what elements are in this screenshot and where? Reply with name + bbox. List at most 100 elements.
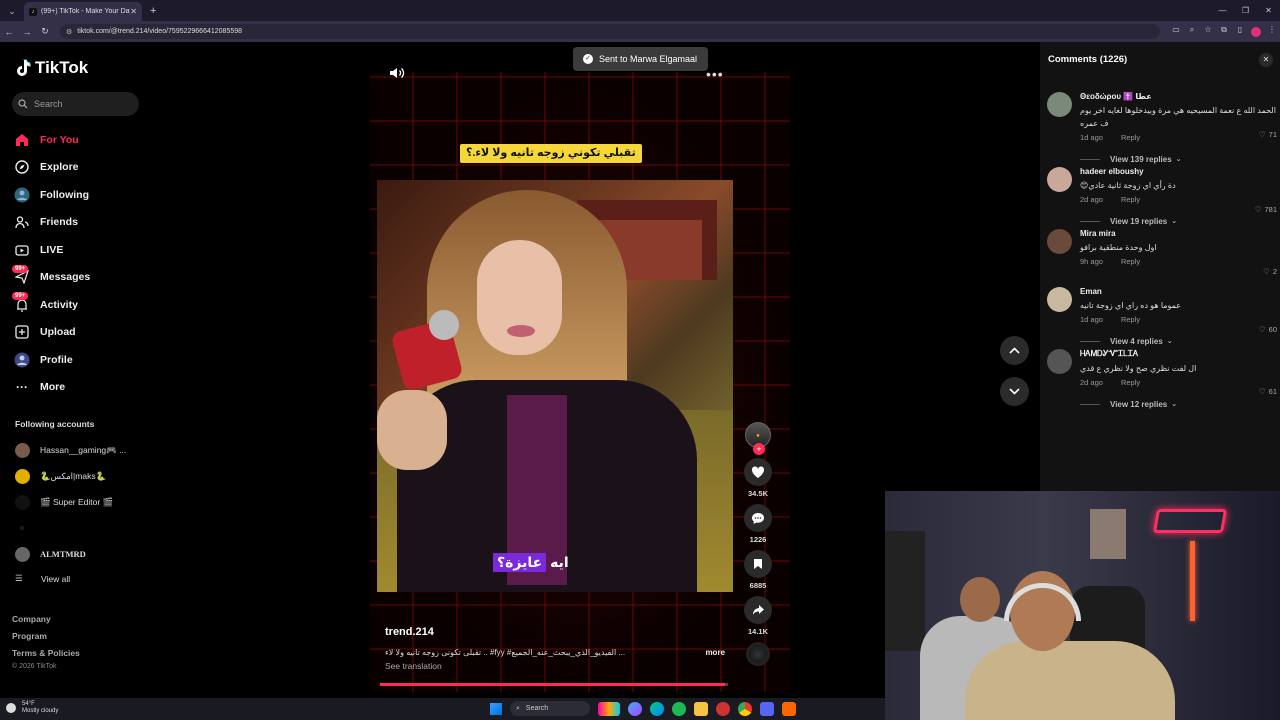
windows-start-icon[interactable] xyxy=(490,702,502,715)
back-icon[interactable]: ← xyxy=(0,27,18,37)
bookmark-icon[interactable] xyxy=(744,550,772,578)
reply-button[interactable]: Reply xyxy=(1121,133,1140,142)
share-icon[interactable] xyxy=(744,596,772,624)
reply-button[interactable]: Reply xyxy=(1121,257,1140,266)
app-icon[interactable] xyxy=(782,701,796,716)
previous-video-button[interactable] xyxy=(1000,336,1029,365)
video-progress-bar[interactable] xyxy=(380,683,728,686)
window-close-icon[interactable]: ✕ xyxy=(1257,0,1280,21)
save-action[interactable]: 6885 xyxy=(740,550,776,590)
like-action[interactable]: 34.5K xyxy=(740,458,776,498)
address-bar[interactable]: ⚙ tiktok.com/@trend.214/video/7595229666… xyxy=(60,24,1160,39)
forward-icon[interactable]: → xyxy=(18,27,36,37)
more-options-icon[interactable]: ••• xyxy=(706,66,724,82)
minimize-icon[interactable]: — xyxy=(1211,0,1234,21)
sidebar-icon[interactable]: ▯ xyxy=(1232,25,1248,39)
site-info-icon[interactable]: ⚙ xyxy=(66,28,72,36)
weather-widget[interactable]: 54°F Mostly cloudy xyxy=(6,701,58,715)
nav-for-you[interactable]: For You xyxy=(14,126,90,154)
video-player[interactable] xyxy=(377,180,733,592)
nav-upload[interactable]: Upload xyxy=(14,319,90,347)
nav-profile[interactable]: Profile xyxy=(14,346,90,374)
close-comments-button[interactable]: ✕ xyxy=(1259,53,1273,67)
taskbar-search[interactable]: ⌕ Search xyxy=(510,701,590,716)
video-scene-lips xyxy=(507,325,535,337)
comment-like[interactable]: ♡ 60 xyxy=(1259,325,1277,334)
app-icon[interactable] xyxy=(716,701,730,716)
comment-author[interactable]: hadeer elboushy xyxy=(1080,167,1277,176)
nav-explore[interactable]: Explore xyxy=(14,154,90,182)
creator-avatar[interactable]: ★ + xyxy=(745,422,771,455)
install-icon[interactable]: ▭ xyxy=(1168,25,1184,39)
reply-button[interactable]: Reply xyxy=(1121,315,1140,324)
view-all-accounts[interactable]: ☰ View all xyxy=(15,573,70,584)
see-translation-link[interactable]: See translation xyxy=(385,661,725,671)
comment-like[interactable]: ♡ 2 xyxy=(1263,267,1277,276)
discord-icon[interactable] xyxy=(760,701,774,716)
view-replies-button[interactable]: View 4 replies ⌄ xyxy=(1080,333,1277,349)
music-disc-icon[interactable] xyxy=(746,642,770,666)
bookmark-star-icon[interactable]: ☆ xyxy=(1200,25,1216,39)
comment-body: ᎻᎪᎷᎠᎽᏉᏆᏞᏆᎪ ال لفت نظري صح ولا نظري ع قدي 2… xyxy=(1080,349,1277,387)
tab-search-icon[interactable]: ⌄ xyxy=(4,3,20,19)
comment-like[interactable]: ♡ 71 xyxy=(1259,130,1277,139)
avatar[interactable] xyxy=(1047,167,1072,192)
following-account[interactable]: 🎬 Super Editor 🎬 xyxy=(15,489,126,515)
reply-button[interactable]: Reply xyxy=(1121,378,1140,387)
chrome-icon[interactable] xyxy=(738,701,752,716)
nav-live[interactable]: LIVE xyxy=(14,236,90,264)
following-account[interactable]: Hassan__gaming🎮 ... xyxy=(15,437,126,463)
tab-close-icon[interactable]: ✕ xyxy=(130,7,137,16)
restore-icon[interactable]: ❐ xyxy=(1234,0,1257,21)
search-input[interactable]: Search xyxy=(12,92,139,116)
next-video-button[interactable] xyxy=(1000,377,1029,406)
view-replies-button[interactable]: View 139 replies ⌄ xyxy=(1080,151,1277,167)
volume-icon[interactable] xyxy=(389,66,405,80)
heart-icon[interactable] xyxy=(744,458,772,486)
nav-messages[interactable]: 99+ Messages xyxy=(12,264,90,292)
browser-tab[interactable]: ♪ (99+) TikTok - Make Your Day ✕ xyxy=(24,2,142,21)
share-action[interactable]: 14.1K xyxy=(740,596,776,636)
comment-author[interactable]: Eman xyxy=(1080,287,1277,296)
zoom-icon[interactable]: ⌕ xyxy=(1184,25,1200,39)
footer-company-link[interactable]: Company xyxy=(12,614,80,631)
tiktok-logo[interactable]: TikTok xyxy=(15,58,88,78)
avatar[interactable] xyxy=(1047,287,1072,312)
following-account[interactable]: ALMTMRD xyxy=(15,541,126,567)
avatar[interactable] xyxy=(1047,92,1072,117)
avatar[interactable] xyxy=(1047,349,1072,374)
edge-icon[interactable] xyxy=(650,701,664,716)
browser-menu-icon[interactable]: ⋮ xyxy=(1264,25,1280,39)
copilot-icon[interactable] xyxy=(628,701,642,716)
comment-like[interactable]: ♡ 781 xyxy=(1255,205,1277,214)
account-name: Hassan__gaming🎮 ... xyxy=(40,444,127,455)
view-replies-button[interactable]: View 12 replies ⌄ xyxy=(1080,396,1277,412)
nav-friends[interactable]: Friends xyxy=(14,209,90,237)
follow-plus-icon[interactable]: + xyxy=(753,443,765,455)
nav-more[interactable]: ··· More xyxy=(14,374,90,402)
extensions-icon[interactable]: ⧉ xyxy=(1216,25,1232,39)
comment-author[interactable]: Mira mira xyxy=(1080,229,1277,238)
new-tab-button[interactable]: + xyxy=(150,5,156,17)
comment-like[interactable]: ♡ 61 xyxy=(1259,387,1277,396)
taskbar-widget-icon[interactable] xyxy=(598,701,620,716)
avatar[interactable] xyxy=(1047,229,1072,254)
more-link[interactable]: more xyxy=(705,648,725,657)
profile-avatar-icon[interactable] xyxy=(1248,25,1264,39)
folder-icon[interactable] xyxy=(694,701,708,716)
reply-button[interactable]: Reply xyxy=(1121,195,1140,204)
comment-author[interactable]: ᎻᎪᎷᎠᎽᏉᏆᏞᏆᎪ xyxy=(1080,349,1277,359)
reload-icon[interactable]: ↻ xyxy=(36,26,54,37)
footer-program-link[interactable]: Program xyxy=(12,631,80,648)
comment-author[interactable]: Θεοδώρου ✝️ عطا xyxy=(1080,92,1277,101)
following-account[interactable] xyxy=(15,515,126,541)
heart-outline-icon: ♡ xyxy=(1258,325,1266,334)
nav-activity[interactable]: 99+ Activity xyxy=(12,291,90,319)
view-replies-button[interactable]: View 19 replies ⌄ xyxy=(1080,213,1277,229)
nav-following[interactable]: Following xyxy=(14,181,90,209)
spotify-icon[interactable] xyxy=(672,701,686,716)
comment-action[interactable]: 1226 xyxy=(740,504,776,544)
author-name[interactable]: trend.214 xyxy=(385,626,725,638)
following-account[interactable]: 🐍امكس|maks🐍 xyxy=(15,463,126,489)
comment-icon[interactable] xyxy=(744,504,772,532)
